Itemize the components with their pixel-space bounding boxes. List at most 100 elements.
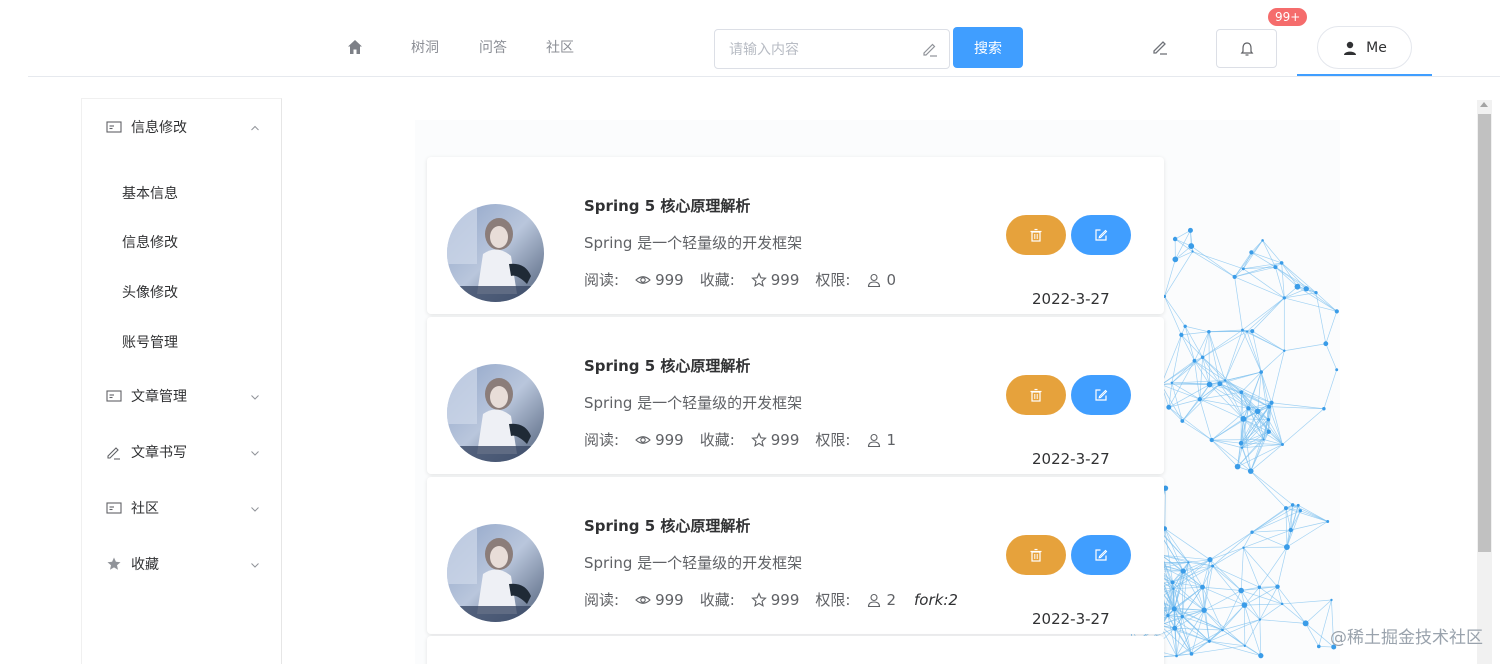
article-title[interactable]: Spring 5 核心原理解析 <box>584 195 750 216</box>
read-count: 999 <box>655 270 684 289</box>
nav-link-qa[interactable]: 问答 <box>479 37 507 57</box>
article-title[interactable]: Spring 5 核心原理解析 <box>584 515 750 536</box>
eye-icon <box>635 595 651 604</box>
sidebar-group-label: 社区 <box>131 501 159 517</box>
user-outline-icon <box>868 593 881 607</box>
chevron-up-icon <box>251 125 259 131</box>
sidebar-group-label: 收藏 <box>131 557 159 573</box>
top-navbar: 树洞 问答 社区 搜索 99+ Me <box>28 0 1500 77</box>
scrollbar-thumb[interactable] <box>1478 114 1491 552</box>
edit-icon <box>1095 229 1108 241</box>
permission-value: 1 <box>886 430 897 449</box>
article-avatar <box>447 524 544 622</box>
nav-link-community[interactable]: 社区 <box>546 37 574 57</box>
read-count: 999 <box>655 590 684 609</box>
sidebar-group-info-edit[interactable]: 信息修改 <box>82 99 282 155</box>
permission-value: 2 <box>886 590 897 609</box>
sidebar-group-label: 文章书写 <box>131 445 187 461</box>
id-card-icon <box>106 502 122 514</box>
edit-button[interactable] <box>1071 375 1131 415</box>
user-icon <box>1344 41 1357 55</box>
chevron-down-icon <box>251 451 259 456</box>
article-date: 2022-3-27 <box>1032 450 1110 468</box>
edit-icon <box>923 43 937 57</box>
notification-badge: 99+ <box>1267 7 1309 27</box>
sidebar-menu: 信息修改 基本信息 信息修改 头像修改 账号管理 文章管理 文章书写 社区 收藏 <box>81 98 282 664</box>
write-article-icon[interactable] <box>1150 37 1170 57</box>
favorite-label: 收藏: <box>699 431 735 449</box>
user-menu-button[interactable]: Me <box>1317 26 1412 69</box>
article-meta: 阅读: 999 收藏: 999 权限: 1 <box>584 429 914 450</box>
star-outline-icon <box>750 271 767 287</box>
article-title[interactable]: Spring 5 核心原理解析 <box>584 355 750 376</box>
sidebar-group-community[interactable]: 社区 <box>82 480 282 536</box>
delete-button[interactable] <box>1006 535 1066 575</box>
search-button[interactable]: 搜索 <box>953 27 1023 68</box>
bell-icon <box>1240 41 1253 56</box>
active-nav-underline <box>1297 74 1432 76</box>
edit-icon <box>1095 549 1108 561</box>
star-icon <box>107 557 121 570</box>
favorite-label: 收藏: <box>699 271 735 289</box>
permission-value: 0 <box>886 270 897 289</box>
chevron-down-icon <box>251 395 259 400</box>
sidebar-item-account[interactable]: 账号管理 <box>82 320 282 364</box>
read-label: 阅读: <box>584 431 620 449</box>
article-avatar <box>447 204 544 302</box>
article-card-partial <box>427 636 1164 664</box>
article-meta: 阅读: 999 收藏: 999 权限: 0 <box>584 269 914 290</box>
article-description: Spring 是一个轻量级的开发框架 <box>584 554 803 572</box>
favorite-count: 999 <box>770 270 800 289</box>
article-card: Spring 5 核心原理解析 Spring 是一个轻量级的开发框架 阅读: 9… <box>427 477 1164 634</box>
anime-girl-avatar-image <box>447 204 544 302</box>
nav-link-treehole[interactable]: 树洞 <box>411 37 439 57</box>
trash-icon <box>1030 228 1042 242</box>
sidebar-item-avatar-edit[interactable]: 头像修改 <box>82 270 282 314</box>
article-date: 2022-3-27 <box>1032 610 1110 628</box>
article-card: Spring 5 核心原理解析 Spring 是一个轻量级的开发框架 阅读: 9… <box>427 317 1164 474</box>
article-meta: 阅读: 999 收藏: 999 权限: 2 fork:2 <box>584 589 958 610</box>
edit-button[interactable] <box>1071 215 1131 255</box>
sidebar-item-basic-info[interactable]: 基本信息 <box>82 171 282 215</box>
user-menu-label: Me <box>1366 39 1387 56</box>
sidebar-group-favorites[interactable]: 收藏 <box>82 536 282 592</box>
scroll-up-arrow-icon[interactable] <box>1480 102 1488 107</box>
home-icon[interactable] <box>346 38 364 56</box>
read-count: 999 <box>655 430 684 449</box>
id-card-icon <box>106 390 122 402</box>
delete-button[interactable] <box>1006 375 1066 415</box>
article-description: Spring 是一个轻量级的开发框架 <box>584 394 803 412</box>
permission-label: 权限: <box>815 431 851 449</box>
pen-icon <box>107 447 120 460</box>
edit-icon <box>1095 389 1108 401</box>
anime-girl-avatar-image <box>447 524 544 622</box>
search-box <box>714 29 950 69</box>
star-outline-icon <box>750 591 767 607</box>
star-outline-icon <box>750 431 767 447</box>
trash-icon <box>1030 548 1042 562</box>
user-outline-icon <box>868 433 881 447</box>
read-label: 阅读: <box>584 271 620 289</box>
read-label: 阅读: <box>584 591 620 609</box>
permission-label: 权限: <box>815 271 851 289</box>
permission-label: 权限: <box>815 591 851 609</box>
sidebar-group-label: 信息修改 <box>131 120 187 136</box>
sidebar-group-article-write[interactable]: 文章书写 <box>82 424 282 480</box>
delete-button[interactable] <box>1006 215 1066 255</box>
trash-icon <box>1030 388 1042 402</box>
watermark-text: @稀土掘金技术社区 <box>1330 628 1483 648</box>
fork-count: fork:2 <box>914 590 958 609</box>
eye-icon <box>635 275 651 284</box>
article-avatar <box>447 364 544 462</box>
notification-button[interactable] <box>1216 29 1277 68</box>
search-input[interactable] <box>729 39 909 61</box>
article-card: Spring 5 核心原理解析 Spring 是一个轻量级的开发框架 阅读: 9… <box>427 157 1164 314</box>
chevron-down-icon <box>251 507 259 512</box>
sidebar-group-article-manage[interactable]: 文章管理 <box>82 368 282 424</box>
edit-button[interactable] <box>1071 535 1131 575</box>
sidebar-item-info-edit[interactable]: 信息修改 <box>82 220 282 264</box>
favorite-count: 999 <box>770 430 800 449</box>
favorite-count: 999 <box>770 590 800 609</box>
sidebar-group-label: 文章管理 <box>131 389 187 405</box>
favorite-label: 收藏: <box>699 591 735 609</box>
